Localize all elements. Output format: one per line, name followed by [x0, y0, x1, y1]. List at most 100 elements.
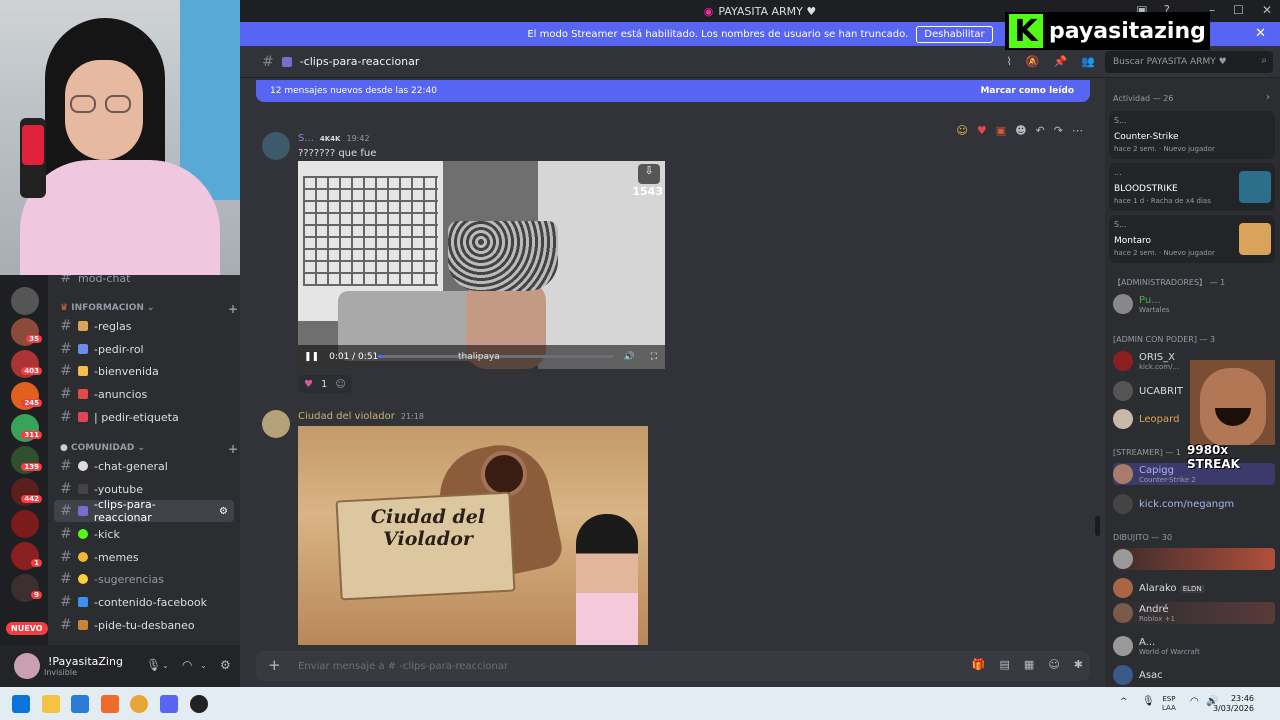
- channel-youtube[interactable]: # -youtube: [54, 478, 234, 500]
- category-informacion[interactable]: ♛ INFORMACION ⌄ +: [60, 302, 238, 316]
- gift-icon[interactable]: 🎁: [972, 658, 986, 671]
- avatar[interactable]: [262, 132, 290, 160]
- member-row[interactable]: kick.com/negangm: [1113, 493, 1275, 515]
- microphone-icon[interactable]: 🎙: [1142, 696, 1155, 707]
- apps-icon[interactable]: ✱: [1074, 658, 1083, 671]
- heart-icon[interactable]: ♥: [977, 124, 987, 137]
- chrome-icon[interactable]: [130, 695, 148, 713]
- members-icon[interactable]: 👥: [1081, 55, 1095, 68]
- channel-pide-tu-desbaneo[interactable]: # -pide-tu-desbaneo: [54, 614, 234, 636]
- chevron-down-icon[interactable]: ⌄: [200, 661, 207, 670]
- sticker-icon[interactable]: ▦: [1024, 658, 1034, 671]
- gif-icon[interactable]: ▤: [1000, 658, 1010, 671]
- forward-icon[interactable]: ↷: [1054, 124, 1063, 137]
- channel-memes[interactable]: # -memes: [54, 546, 234, 568]
- chevron-down-icon[interactable]: ⌄: [162, 661, 169, 670]
- brave-browser-icon[interactable]: [101, 695, 119, 713]
- avatar[interactable]: [14, 653, 40, 679]
- wifi-icon[interactable]: ◠: [1190, 696, 1199, 707]
- camera-icon: [78, 484, 88, 494]
- new-servers-pill[interactable]: NUEVO: [6, 622, 48, 635]
- close-banner-icon[interactable]: ✕: [1255, 26, 1266, 41]
- member-row[interactable]: Alarako ELDN: [1113, 577, 1275, 599]
- server-icon[interactable]: [11, 287, 39, 315]
- add-channel-icon[interactable]: +: [228, 442, 238, 456]
- channel-pedir-rol[interactable]: # -pedir-rol: [54, 338, 234, 360]
- reaction-pill[interactable]: ♥ 1 ☺: [298, 375, 352, 393]
- pause-icon[interactable]: ❚❚: [304, 352, 319, 362]
- logo-text: payasitazing: [1049, 18, 1206, 44]
- channel-pedir-etiqueta[interactable]: # | pedir-etiqueta: [54, 406, 234, 428]
- mark-as-read-button[interactable]: Marcar como leído: [980, 86, 1074, 96]
- close-window-button[interactable]: ✕: [1262, 3, 1272, 17]
- sticker-icon[interactable]: ▣: [996, 124, 1006, 137]
- activity-card[interactable]: ... BLOODSTRIKE hace 1 d · Racha de x4 d…: [1109, 163, 1275, 211]
- fullscreen-icon[interactable]: ⛶: [651, 352, 657, 362]
- add-reaction-icon[interactable]: ☻: [1015, 124, 1026, 137]
- file-explorer-icon[interactable]: [42, 695, 60, 713]
- chevron-right-icon[interactable]: ›: [1266, 92, 1270, 103]
- emoji-reaction-icon[interactable]: ☺: [956, 124, 967, 137]
- server-badge: 311: [21, 431, 42, 439]
- volume-icon[interactable]: 🔊: [624, 352, 635, 362]
- more-options-icon[interactable]: ⋯: [1072, 124, 1083, 137]
- channel-kick[interactable]: # -kick: [54, 523, 234, 545]
- maximize-button[interactable]: ☐: [1233, 3, 1244, 17]
- message-author[interactable]: Ciudad del violador: [298, 411, 395, 422]
- windows-start-icon[interactable]: [12, 695, 30, 713]
- member-row[interactable]: [1113, 548, 1275, 570]
- add-reaction-icon[interactable]: ☺: [335, 379, 345, 390]
- clock[interactable]: 23:46 3/03/2026: [1213, 694, 1254, 714]
- channel-settings-icon[interactable]: ⚙: [219, 506, 228, 517]
- microphone-icon[interactable]: 🎙: [146, 658, 161, 672]
- disable-streamer-button[interactable]: Deshabilitar: [916, 25, 993, 43]
- message-author[interactable]: S...: [298, 133, 314, 144]
- member-row[interactable]: André Roblox +1: [1113, 602, 1275, 624]
- settings-gear-icon[interactable]: ⚙: [220, 658, 231, 672]
- member-row[interactable]: Asac: [1113, 664, 1275, 686]
- steam-icon[interactable]: [190, 695, 208, 713]
- minimize-button[interactable]: –: [1209, 3, 1215, 17]
- channel-clips-para-reaccionar[interactable]: # -clips-para-reaccionar ⚙: [54, 498, 234, 524]
- channel-anuncios[interactable]: # -anuncios: [54, 383, 234, 405]
- activity-card[interactable]: S... Counter-Strike hace 2 sem. · Nuevo …: [1109, 111, 1275, 159]
- language-indicator[interactable]: ESP LAA: [1162, 695, 1176, 713]
- video-attachment[interactable]: ⇩ 1543 ❚❚ 0:01 / 0:51 🔊 ⛶ thalipaya: [298, 161, 665, 369]
- channel-bienvenida[interactable]: # -bienvenida: [54, 360, 234, 382]
- channel-chat-general[interactable]: # -chat-general: [54, 455, 234, 477]
- reply-icon[interactable]: ↶: [1036, 124, 1045, 137]
- discord-icon[interactable]: [160, 695, 178, 713]
- video-time: 0:01 / 0:51: [329, 352, 379, 362]
- emoji-icon[interactable]: ☺: [1048, 658, 1059, 671]
- channel-sugerencias[interactable]: # -sugerencias: [54, 568, 234, 590]
- avatar[interactable]: [262, 410, 290, 438]
- avatar: [1113, 294, 1133, 314]
- section-header: 【ADMINISTRADORES】 — 1: [1113, 278, 1226, 287]
- avatar: [1113, 549, 1133, 569]
- chevron-up-icon[interactable]: ^: [1120, 697, 1128, 707]
- add-channel-icon[interactable]: +: [228, 302, 238, 316]
- member-row[interactable]: A... World of Warcraft: [1113, 635, 1275, 657]
- headphones-icon[interactable]: ◠: [182, 658, 192, 672]
- image-attachment[interactable]: Ciudad del Violador: [298, 426, 648, 645]
- message-input[interactable]: Enviar mensaje a # -clips-para-reacciona…: [256, 651, 1090, 681]
- new-messages-bar[interactable]: 12 mensajes nuevos desde las 22:40 Marca…: [256, 80, 1090, 102]
- activity-card[interactable]: S... Montaro hace 2 sem. · Nuevo jugador: [1109, 215, 1275, 263]
- channel-reglas[interactable]: # -reglas: [54, 315, 234, 337]
- category-comunidad[interactable]: ● COMUNIDAD ⌄ +: [60, 442, 238, 456]
- server-icon[interactable]: [11, 510, 39, 538]
- channel-mod-chat[interactable]: # mod-chat: [54, 275, 234, 289]
- add-attachment-icon[interactable]: +: [268, 656, 281, 674]
- notification-bell-icon[interactable]: 🔕: [1026, 55, 1040, 68]
- member-row[interactable]: Pu... Wartales: [1113, 293, 1275, 315]
- scrollbar[interactable]: [1095, 516, 1100, 536]
- message-text: ??????? que fue: [298, 148, 377, 159]
- tag-icon: [78, 412, 88, 422]
- hash-icon: #: [60, 481, 72, 497]
- download-icon[interactable]: ⇩: [638, 164, 660, 184]
- search-input[interactable]: Buscar PAYASITA ARMY ♥ ⌕: [1105, 51, 1273, 73]
- channel-contenido-facebook[interactable]: # -contenido-facebook: [54, 591, 234, 613]
- pin-icon[interactable]: 📌: [1054, 55, 1068, 68]
- threads-icon[interactable]: ⌇: [1007, 55, 1012, 68]
- app-icon[interactable]: [71, 695, 89, 713]
